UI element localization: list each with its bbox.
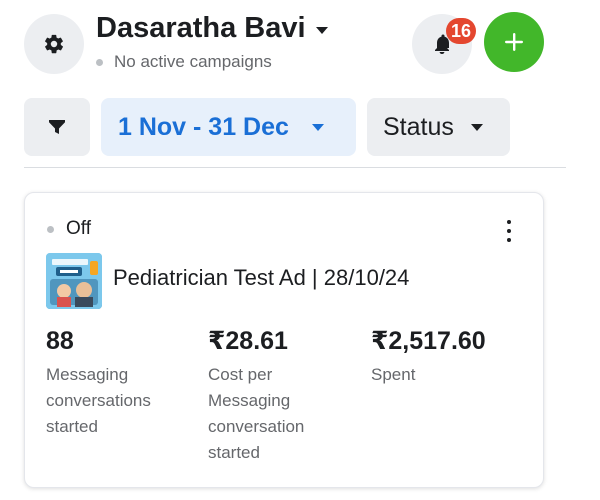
metric-value: ₹28.61 xyxy=(208,327,288,355)
campaign-card[interactable]: Off Pediatrician Test Ad | 28/10/24 88 M xyxy=(24,192,544,488)
ad-thumbnail xyxy=(46,253,102,309)
filter-button[interactable] xyxy=(24,98,90,156)
settings-button[interactable] xyxy=(24,14,84,74)
metric-label: Cost per Messaging conversation started xyxy=(208,365,305,462)
create-button[interactable] xyxy=(484,12,544,72)
account-status: No active campaigns xyxy=(114,52,272,71)
metric-cost-per-result: ₹28.61 Cost per Messaging conversation s… xyxy=(208,324,358,466)
account-name: Dasaratha Bavi xyxy=(96,12,306,44)
metric-label: Messaging conversations started xyxy=(46,365,151,436)
metric-amount-spent: ₹2,517.60 Spent xyxy=(371,324,531,388)
caret-down-icon xyxy=(470,123,483,131)
ad-name[interactable]: Pediatrician Test Ad | 28/10/24 xyxy=(113,265,409,291)
divider xyxy=(24,167,566,168)
ad-thumbnail-graphic xyxy=(46,253,102,309)
metric-label: Spent xyxy=(371,365,416,384)
notification-count-badge: 16 xyxy=(446,18,477,44)
gear-icon xyxy=(45,34,63,54)
status-dot-icon xyxy=(47,225,54,233)
more-vertical-icon[interactable] xyxy=(505,220,513,242)
metric-value: ₹2,517.60 xyxy=(371,327,486,355)
funnel-icon xyxy=(49,120,65,134)
caret-down-icon xyxy=(311,123,324,131)
status-dot-icon xyxy=(96,58,103,66)
metric-value: 88 xyxy=(46,327,74,355)
status-filter-label: Status xyxy=(383,112,454,141)
delivery-status: Off xyxy=(47,218,91,240)
caret-down-icon xyxy=(315,27,328,34)
date-range-label: 1 Nov - 31 Dec xyxy=(118,112,289,141)
date-range-selector[interactable]: 1 Nov - 31 Dec xyxy=(101,98,356,156)
account-status-row: No active campaigns xyxy=(96,52,272,72)
account-switcher[interactable]: Dasaratha Bavi xyxy=(96,12,328,45)
delivery-status-label: Off xyxy=(66,218,91,239)
plus-icon xyxy=(505,33,523,51)
metric-results: 88 Messaging conversations started xyxy=(46,324,196,440)
status-filter[interactable]: Status xyxy=(367,98,510,156)
ads-manager-screen: Dasaratha Bavi No active campaigns 16 1 … xyxy=(0,0,600,500)
